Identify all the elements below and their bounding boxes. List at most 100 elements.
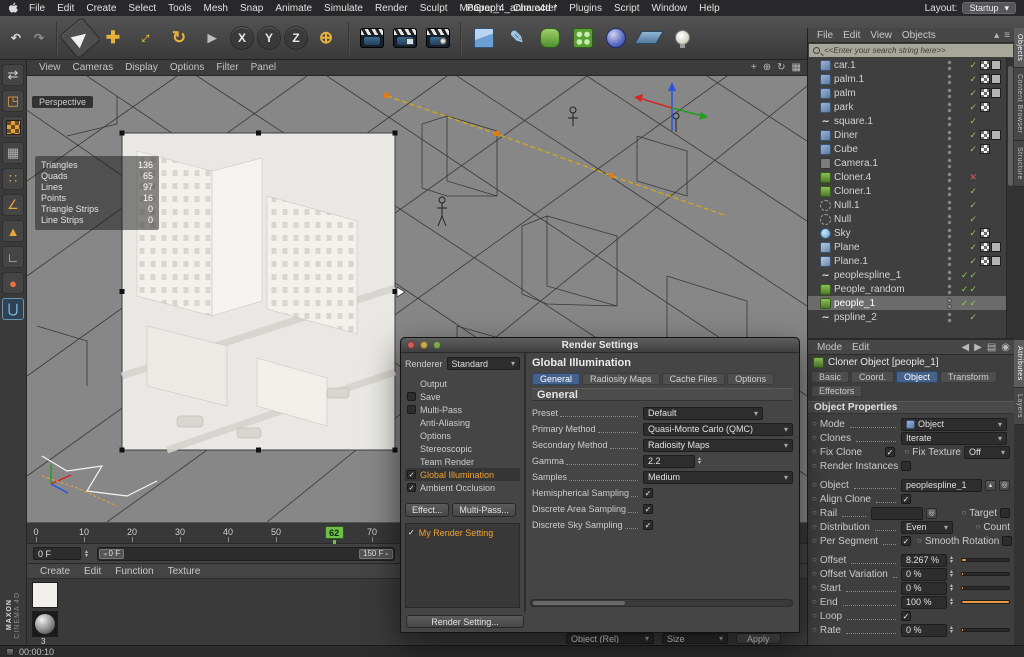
points-mode-icon[interactable]: ∷ [2, 168, 24, 190]
am-menu-mode[interactable]: Mode [812, 342, 847, 353]
edges-mode-icon[interactable]: ∠ [2, 194, 24, 216]
attr-tab-coord[interactable]: Coord. [851, 371, 894, 383]
undo-icon[interactable]: ↶ [6, 28, 26, 48]
loop-checkbox[interactable]: ✓ [901, 611, 911, 621]
texture-tag-icon[interactable] [980, 60, 990, 70]
material-tag-icon[interactable] [991, 60, 1001, 70]
menu-file[interactable]: File [23, 3, 51, 14]
attr-tab-basic[interactable]: Basic [811, 371, 849, 383]
close-button[interactable] [407, 341, 415, 349]
visibility-dots[interactable] [947, 74, 952, 85]
gi-tab-cache-files[interactable]: Cache Files [662, 373, 726, 385]
visibility-dots[interactable] [947, 144, 952, 155]
menu-script[interactable]: Script [608, 3, 646, 14]
gamma-field[interactable]: 2.2 [643, 455, 695, 468]
render-instances-checkbox[interactable] [901, 461, 911, 471]
object-link-field[interactable]: peoplespline_1 [901, 479, 982, 492]
side-tab-structure[interactable]: Structure [1014, 141, 1024, 187]
texture-tag-icon[interactable] [980, 102, 990, 112]
object-row-plane-1[interactable]: Plane.1✓ [808, 254, 1006, 268]
discrete-area-sampling-checkbox[interactable]: ✓ [643, 504, 653, 514]
offset-field[interactable]: 8.267 % [901, 554, 947, 567]
visibility-dots[interactable] [947, 200, 952, 211]
menu-snap[interactable]: Snap [234, 3, 269, 14]
offset-variation-slider[interactable] [961, 572, 1010, 576]
visibility-dots[interactable] [947, 186, 952, 197]
object-row-cloner-1[interactable]: Cloner.1✓ [808, 184, 1006, 198]
viewport-menu-cameras[interactable]: Cameras [67, 62, 120, 73]
edit-render-settings-icon[interactable] [423, 23, 453, 53]
enabled-check-icon[interactable]: ✓ [969, 75, 977, 84]
keyframe-dot[interactable]: ○ [812, 448, 817, 456]
side-tab-content-browser[interactable]: Content Browser [1014, 68, 1024, 141]
visibility-dots[interactable] [947, 60, 952, 71]
section-checkbox[interactable] [407, 405, 416, 414]
viewport-menu-display[interactable]: Display [119, 62, 164, 73]
section-checkbox[interactable] [407, 392, 416, 401]
visibility-dots[interactable] [947, 158, 952, 169]
am-lock-icon[interactable]: ◉ [1001, 342, 1010, 353]
menu-render[interactable]: Render [369, 3, 414, 14]
keyframe-dot[interactable]: ○ [812, 434, 817, 442]
side-tab-objects[interactable]: Objects [1014, 28, 1024, 68]
coordinate-mode-dropdown[interactable]: Object (Rel)▾ [566, 633, 654, 644]
menu-edit[interactable]: Edit [51, 3, 80, 14]
menu-sculpt[interactable]: Sculpt [414, 3, 454, 14]
rotate-tool-icon[interactable]: ↻ [164, 23, 194, 53]
material-menu-edit[interactable]: Edit [77, 566, 108, 577]
gi-tab-radiosity-maps[interactable]: Radiosity Maps [582, 373, 660, 385]
zoom-view-icon[interactable]: ⊕ [763, 62, 771, 73]
render-picture-viewer-icon[interactable] [390, 23, 420, 53]
hemispherical-sampling-checkbox[interactable]: ✓ [643, 488, 653, 498]
lock-y-axis-icon[interactable]: Y [257, 26, 281, 50]
multi-pass-button[interactable]: Multi-Pass... [452, 503, 516, 517]
texture-tag-icon[interactable] [980, 242, 990, 252]
material-menu-create[interactable]: Create [33, 566, 77, 577]
texture-tag-icon[interactable] [980, 256, 990, 266]
render-section-global-illumination[interactable]: ✓Global Illumination [405, 468, 520, 481]
material-menu-function[interactable]: Function [108, 566, 160, 577]
keyframe-dot[interactable]: ○ [961, 509, 966, 517]
texture-tag-icon[interactable] [980, 228, 990, 238]
rate-slider[interactable] [961, 628, 1010, 632]
rate-field[interactable]: 0 % [901, 624, 947, 637]
snap-mode-icon[interactable]: ⋃ [2, 298, 24, 320]
visibility-dots[interactable] [947, 284, 952, 295]
keyframe-dot[interactable]: ○ [917, 537, 922, 545]
keyframe-dot[interactable]: ○ [812, 509, 817, 517]
visibility-dots[interactable] [947, 270, 952, 281]
value-stepper[interactable]: ▴▾ [950, 626, 958, 634]
menu-animate[interactable]: Animate [269, 3, 318, 14]
keyframe-dot[interactable]: ○ [812, 420, 817, 428]
menu-window[interactable]: Window [646, 3, 694, 14]
viewport-menu-view[interactable]: View [33, 62, 67, 73]
menu-select[interactable]: Select [122, 3, 162, 14]
material-tag-icon[interactable] [991, 88, 1001, 98]
section-checkbox[interactable]: ✓ [407, 470, 416, 479]
visibility-dots[interactable] [947, 256, 952, 267]
pick-object-button[interactable]: ◎ [999, 480, 1010, 491]
object-row-people-1[interactable]: people_1✓✓ [808, 296, 1006, 310]
object-row-cube[interactable]: Cube✓ [808, 142, 1006, 156]
range-end-handle[interactable]: 150 F▸ [359, 549, 393, 559]
am-back-icon[interactable]: ◀ [961, 342, 969, 353]
scrollbar-thumb[interactable] [533, 601, 625, 605]
texture-tag-icon[interactable] [980, 130, 990, 140]
enabled-check-icon[interactable]: ✓ [969, 103, 977, 112]
make-editable-icon[interactable]: ⇄ [2, 64, 24, 86]
pick-rail-button[interactable]: ◎ [926, 508, 937, 519]
pan-view-icon[interactable]: + [751, 62, 757, 73]
visibility-dots[interactable] [947, 298, 952, 309]
samples-dropdown[interactable]: Medium▾ [643, 471, 793, 484]
texture-tag-icon[interactable] [980, 74, 990, 84]
value-stepper[interactable]: ▴▾ [950, 556, 958, 564]
start-field[interactable]: 0 % [901, 582, 947, 595]
visibility-dots[interactable] [947, 172, 952, 183]
attr-tab-transform[interactable]: Transform [940, 371, 997, 383]
keyframe-dot[interactable]: ○ [812, 556, 817, 564]
object-row-diner[interactable]: Diner✓ [808, 128, 1006, 142]
render-settings-window[interactable]: Render Settings Renderer Standard▾ Outpu… [400, 337, 800, 633]
visibility-dots[interactable] [947, 228, 952, 239]
coordinate-system-icon[interactable]: ⊕ [311, 23, 341, 53]
add-spline-icon[interactable]: ✎ [502, 23, 532, 53]
